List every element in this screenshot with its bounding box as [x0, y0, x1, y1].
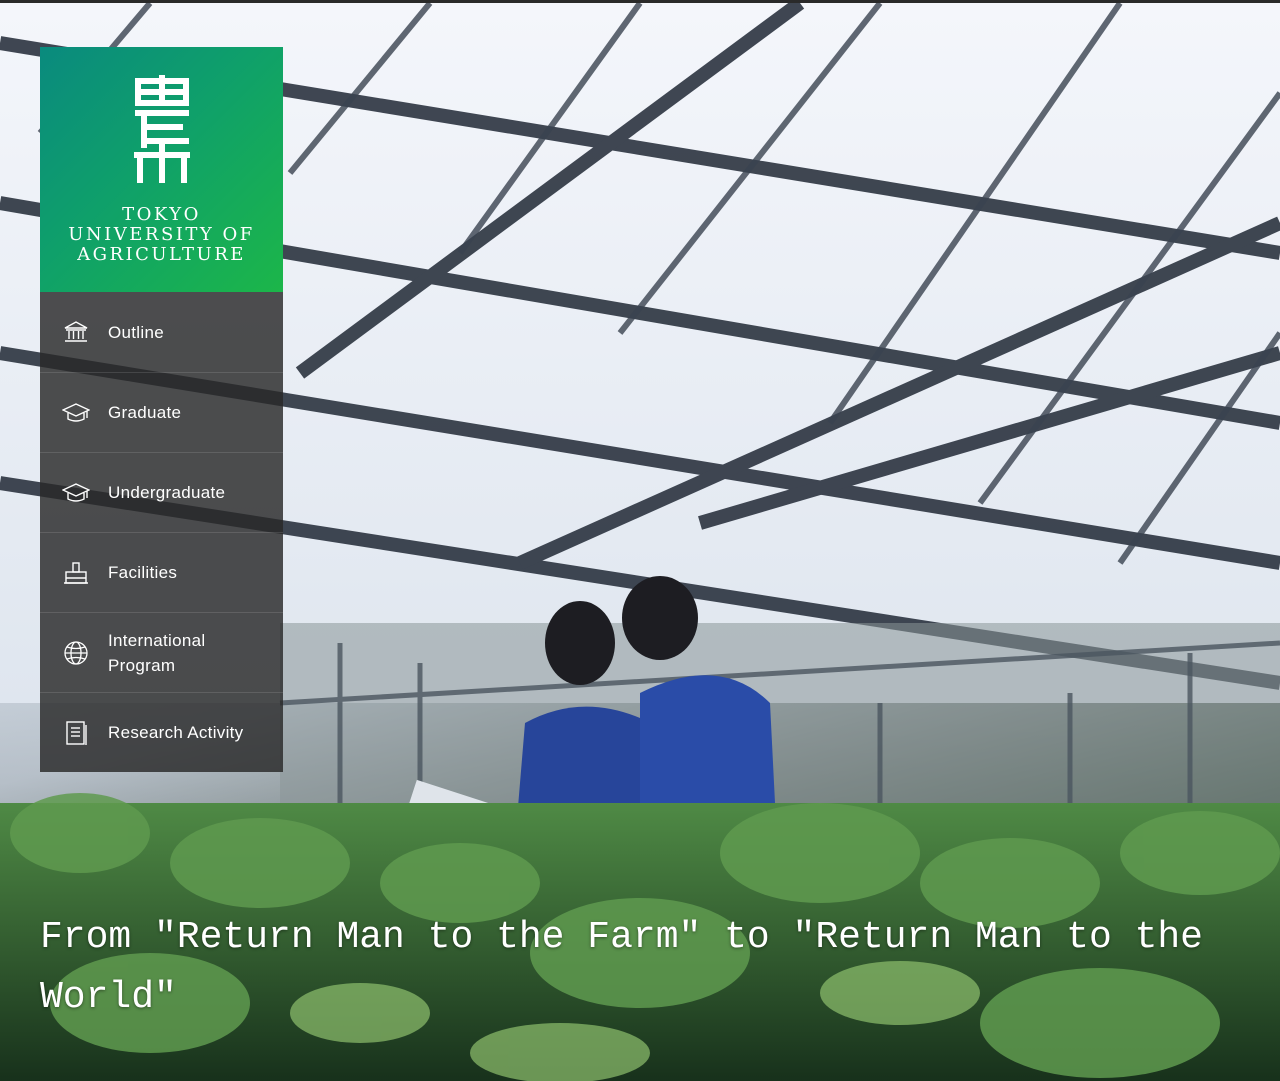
nav-item-outline[interactable]: Outline [40, 292, 283, 372]
university-name-line-3: AGRICULTURE [77, 244, 246, 265]
sidebar: TOKYO UNIVERSITY OF AGRICULTURE Outline … [40, 47, 283, 772]
graduation-cap-icon [62, 479, 90, 507]
graduation-cap-icon [62, 399, 90, 427]
nav-label-outline: Outline [108, 322, 164, 342]
nav-item-research-activity[interactable]: Research Activity [40, 692, 283, 772]
facility-icon [62, 559, 90, 587]
university-name-line-2: UNIVERSITY OF [68, 224, 255, 245]
globe-icon [62, 639, 90, 667]
nav-label-undergraduate: Undergraduate [108, 483, 226, 502]
nav-item-facilities[interactable]: Facilities [40, 532, 283, 612]
nav-item-graduate[interactable]: Graduate [40, 372, 283, 452]
hero-banner: TOKYO UNIVERSITY OF AGRICULTURE Outline … [0, 0, 1280, 1081]
nav-label-facilities: Facilities [108, 563, 178, 582]
tokyo-nodai-kanji-logo-icon [133, 75, 190, 183]
nav-label-research-activity: Research Activity [108, 723, 244, 742]
nav-item-undergraduate[interactable]: Undergraduate [40, 452, 283, 532]
university-logo[interactable]: TOKYO UNIVERSITY OF AGRICULTURE [40, 47, 283, 292]
nav-label-international-program: International Program [108, 630, 206, 675]
hero-tagline: From ″Return Man to the Farm″ to ″Return… [40, 916, 1203, 1019]
nav-item-international-program[interactable]: International Program [40, 612, 283, 692]
building-icon [62, 318, 90, 346]
document-icon [62, 719, 90, 747]
nav-label-graduate: Graduate [108, 403, 182, 422]
university-name: TOKYO UNIVERSITY OF AGRICULTURE [40, 205, 283, 265]
university-name-line-1: TOKYO [122, 204, 201, 225]
main-navigation: Outline Graduate Undergraduate Facilitie… [40, 292, 283, 772]
